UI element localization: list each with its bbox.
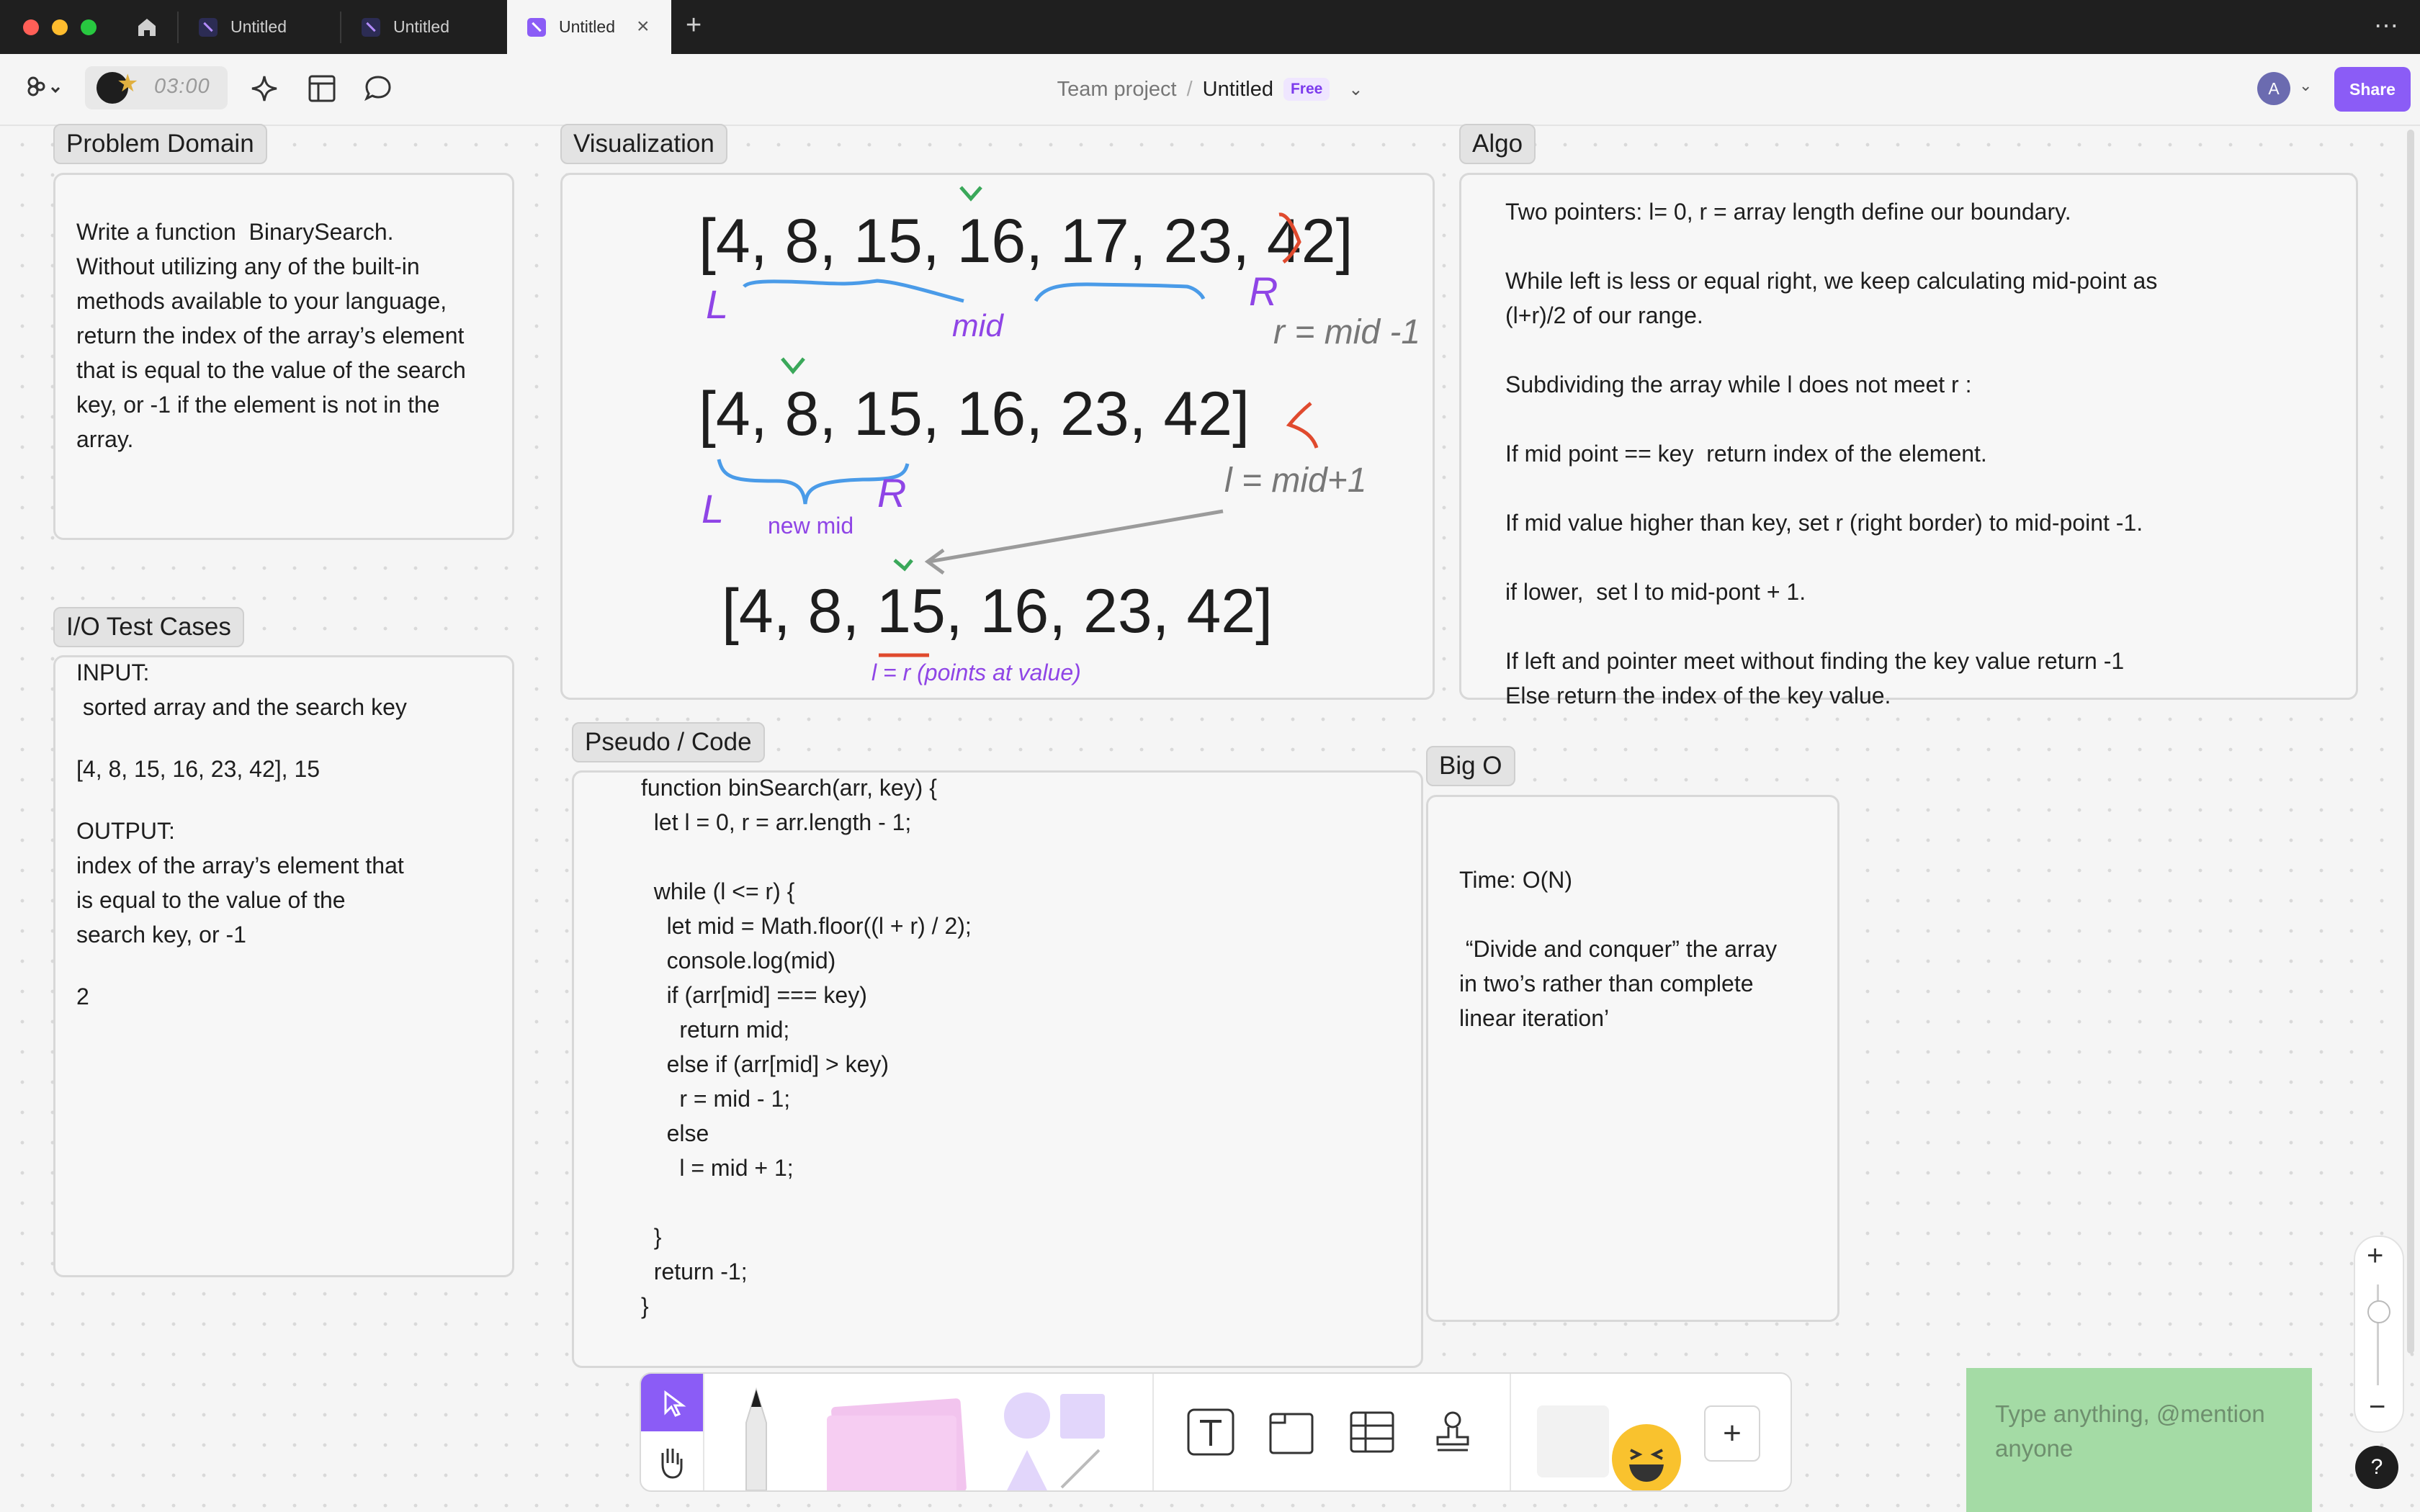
share-button[interactable]: Share bbox=[2334, 67, 2411, 112]
hand-tool[interactable] bbox=[641, 1433, 703, 1490]
red-scribble-mid bbox=[1286, 402, 1319, 449]
timer-value: 03:00 bbox=[154, 75, 210, 98]
io-test-cases-title[interactable]: I/O Test Cases bbox=[53, 607, 244, 647]
right-brace-mark bbox=[1034, 282, 1206, 302]
sticky-note-placeholder[interactable]: Type anything, @mention anyone bbox=[1995, 1397, 2298, 1466]
help-button[interactable]: ? bbox=[2355, 1446, 2398, 1489]
hand-icon bbox=[661, 1449, 683, 1479]
viz-label-new-mid: new mid bbox=[768, 513, 854, 539]
zoom-slider-handle[interactable] bbox=[2367, 1300, 2390, 1323]
pen-tool-icon[interactable] bbox=[735, 1387, 778, 1490]
tab-untitled-active[interactable]: Untitled × bbox=[507, 0, 671, 54]
big-o-title[interactable]: Big O bbox=[1426, 746, 1515, 786]
check-mark-low bbox=[893, 559, 913, 572]
avatar-chevron-icon[interactable]: ⌄ bbox=[2299, 76, 2312, 95]
avatar[interactable]: A bbox=[2257, 72, 2290, 105]
emoji-laughing-icon[interactable] bbox=[1612, 1424, 1681, 1490]
file-icon bbox=[527, 17, 546, 37]
viz-annotations bbox=[717, 186, 1319, 657]
left-brace-mark bbox=[743, 279, 964, 303]
viz-label-L-top: L bbox=[706, 282, 729, 327]
widgets-tool-icon[interactable] bbox=[1537, 1405, 1609, 1477]
io-output-value: 2 bbox=[76, 984, 89, 1009]
big-o-note: “Divide and conquer” the array in two’s … bbox=[1459, 936, 1778, 1031]
arrow-line bbox=[928, 509, 1224, 564]
sticky-note-stack-icon bbox=[827, 1416, 956, 1490]
red-scribble-top bbox=[1278, 212, 1301, 264]
tab-untitled-1[interactable]: Untitled bbox=[179, 0, 340, 54]
close-window-button[interactable] bbox=[23, 19, 39, 35]
pseudo-code-text: function binSearch(arr, key) { let l = 0… bbox=[641, 775, 972, 1319]
viz-label-L-mid: L bbox=[702, 486, 725, 531]
viz-label-r-update: r = mid -1 bbox=[1273, 313, 1421, 351]
algo-text: Two pointers: l= 0, r = array length def… bbox=[1505, 199, 2158, 708]
add-more-button[interactable]: + bbox=[1704, 1405, 1760, 1462]
io-test-cases-card[interactable] bbox=[53, 655, 514, 1277]
close-tab-icon[interactable]: × bbox=[637, 14, 650, 39]
table-tool-icon[interactable] bbox=[1344, 1404, 1400, 1460]
layout-panel-icon[interactable] bbox=[307, 73, 337, 107]
chevron-down-icon[interactable]: ⌄ bbox=[1348, 79, 1363, 100]
cursor-arrow-icon bbox=[664, 1390, 686, 1417]
viz-label-l-update: l = mid+1 bbox=[1224, 462, 1367, 500]
file-icon bbox=[199, 17, 218, 37]
problem-domain-text: Write a function BinarySearch. Without u… bbox=[76, 219, 466, 452]
creation-toolbar: + bbox=[640, 1372, 1792, 1492]
viz-label-meet: l = r (points at value) bbox=[871, 660, 1081, 685]
maximize-window-button[interactable] bbox=[81, 19, 97, 35]
select-tool[interactable] bbox=[641, 1374, 703, 1431]
visualization-title[interactable]: Visualization bbox=[560, 124, 727, 164]
star-icon: ★ bbox=[117, 70, 139, 97]
stamp-tool-icon[interactable] bbox=[1425, 1404, 1481, 1460]
io-output-desc: index of the array’s element that is equ… bbox=[76, 852, 404, 948]
vertical-scrollbar[interactable] bbox=[2407, 130, 2414, 1354]
io-input-value: [4, 8, 15, 16, 23, 42], 15 bbox=[76, 756, 321, 782]
zoom-out-button[interactable]: − bbox=[2369, 1391, 2385, 1423]
breadcrumb-team[interactable]: Team project bbox=[1057, 78, 1177, 102]
viz-label-R-top: R bbox=[1249, 269, 1278, 314]
title-bar: Untitled Untitled Untitled × + ⋯ bbox=[0, 0, 2420, 54]
text-tool-icon[interactable] bbox=[1183, 1404, 1239, 1460]
home-icon[interactable] bbox=[130, 10, 164, 45]
zoom-slider-track[interactable] bbox=[2377, 1284, 2379, 1385]
section-tool-icon[interactable] bbox=[1263, 1404, 1319, 1460]
problem-domain-title[interactable]: Problem Domain bbox=[53, 124, 267, 164]
main-menu-button[interactable] bbox=[23, 72, 63, 107]
file-name[interactable]: Untitled bbox=[1203, 78, 1273, 102]
check-mark-mid bbox=[781, 357, 805, 374]
ai-sparkle-icon[interactable] bbox=[248, 72, 281, 109]
figma-logo-icon bbox=[27, 76, 60, 96]
viz-label-R-mid: R bbox=[877, 470, 907, 516]
io-output-label: OUTPUT: bbox=[76, 818, 175, 844]
plan-badge: Free bbox=[1283, 78, 1330, 101]
zoom-in-button[interactable]: + bbox=[2367, 1240, 2383, 1272]
io-input-label: INPUT: bbox=[76, 660, 150, 685]
comment-icon[interactable] bbox=[363, 73, 393, 107]
new-tab-icon[interactable]: + bbox=[686, 10, 702, 41]
big-o-time: Time: O(N) bbox=[1459, 867, 1573, 893]
check-mark-top bbox=[959, 186, 982, 202]
breadcrumb-separator: / bbox=[1186, 77, 1193, 101]
shape-tool-icon[interactable] bbox=[1001, 1390, 1109, 1490]
minimize-window-button[interactable] bbox=[52, 19, 68, 35]
more-options-icon[interactable]: ⋯ bbox=[2374, 12, 2400, 40]
pseudo-code-title[interactable]: Pseudo / Code bbox=[572, 722, 765, 762]
viz-label-mid: mid bbox=[952, 308, 1003, 343]
tab-untitled-2[interactable]: Untitled bbox=[341, 0, 506, 54]
file-icon bbox=[362, 17, 380, 37]
io-input-desc: sorted array and the search key bbox=[76, 694, 407, 720]
algo-title[interactable]: Algo bbox=[1459, 124, 1536, 164]
